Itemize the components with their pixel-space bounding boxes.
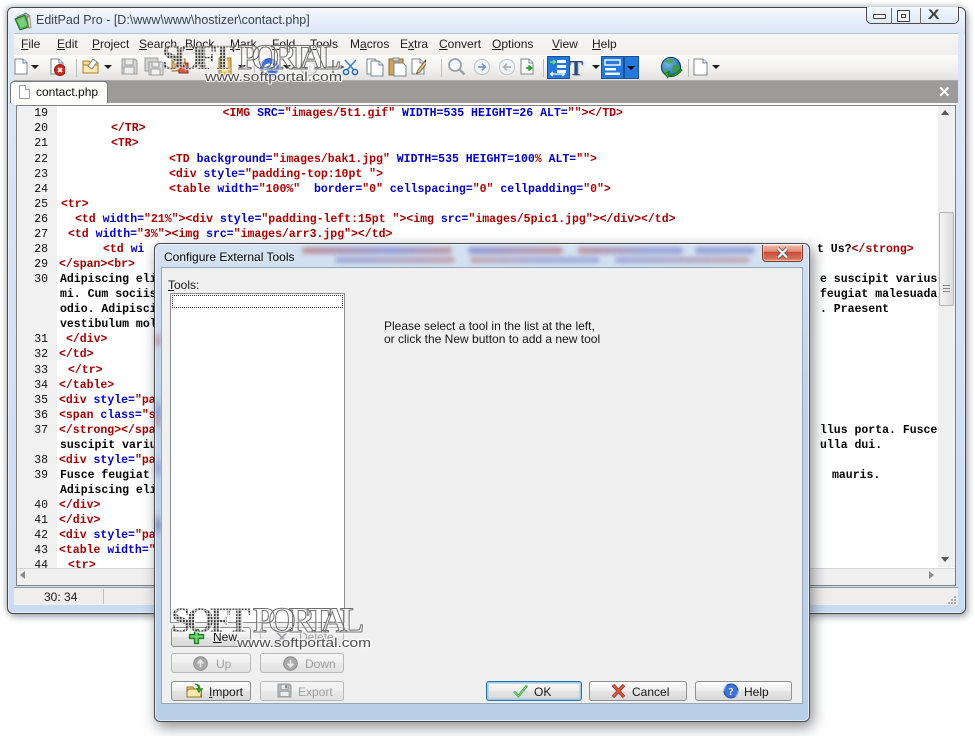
svg-text:SOFT: SOFT bbox=[171, 600, 251, 640]
svg-text:PORTAL: PORTAL bbox=[253, 600, 364, 640]
svg-text:www.softportal.com: www.softportal.com bbox=[236, 635, 371, 650]
svg-text:www.softportal.com: www.softportal.com bbox=[204, 69, 342, 84]
